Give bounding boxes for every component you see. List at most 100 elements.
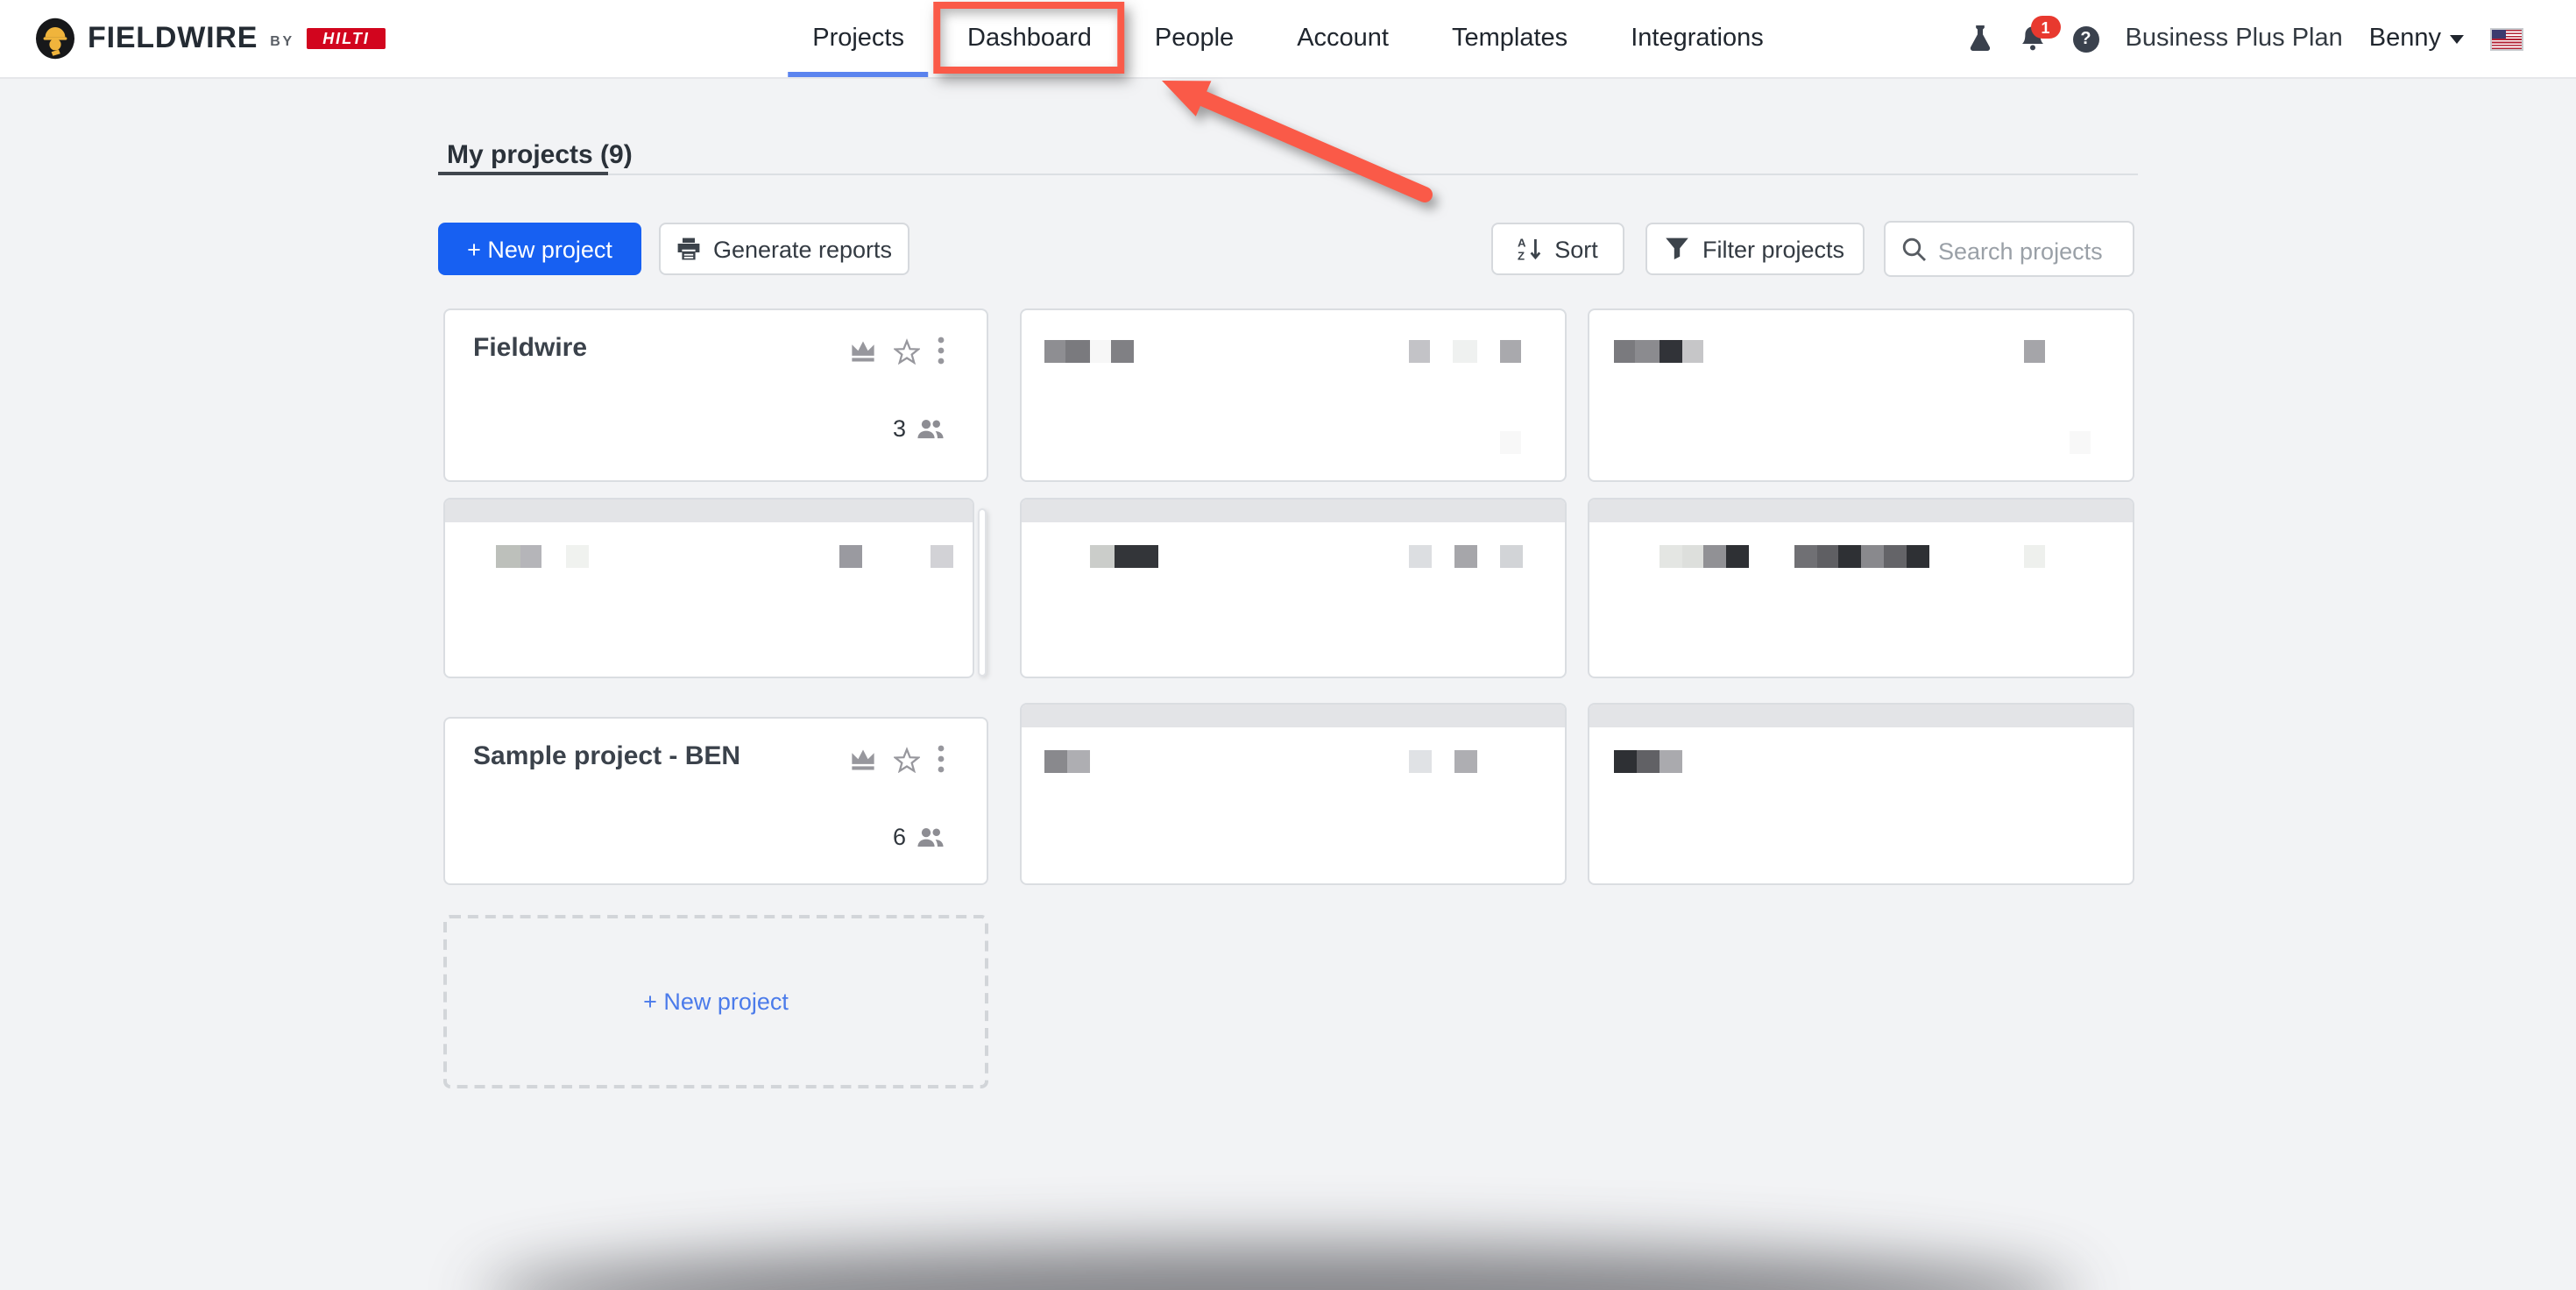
search-projects-box <box>1884 221 2134 277</box>
new-project-button[interactable]: + New project <box>438 223 641 275</box>
user-name: Benny <box>2369 25 2441 53</box>
redacted-block <box>1682 545 1703 568</box>
user-menu[interactable]: Benny <box>2369 25 2464 53</box>
redacted-block <box>1660 340 1682 363</box>
redacted-block <box>1409 750 1432 773</box>
project-card-sample-project-ben[interactable]: Sample project - BEN6 <box>443 717 988 885</box>
printer-icon <box>676 237 701 261</box>
header-divider <box>438 174 2138 175</box>
tab-templates[interactable]: Templates <box>1427 0 1592 77</box>
redacted-block <box>1614 750 1637 773</box>
tab-people[interactable]: People <box>1130 0 1258 77</box>
star-icon[interactable] <box>894 337 920 364</box>
member-count: 6 <box>893 824 906 850</box>
new-project-tile[interactable]: + New project <box>443 915 988 1088</box>
help-icon[interactable] <box>2073 25 2099 52</box>
filter-funnel-icon <box>1666 237 1690 261</box>
redacted-block <box>1817 545 1838 568</box>
brand-by-label: BY <box>270 32 294 48</box>
star-icon[interactable] <box>894 746 920 772</box>
new-project-button-label: + New project <box>467 236 612 262</box>
project-card-actions <box>850 337 945 365</box>
search-projects-input[interactable] <box>1935 224 2131 277</box>
redacted-block <box>1660 750 1682 773</box>
redacted-block <box>1409 545 1432 568</box>
tab-label-projects: Projects <box>812 25 904 53</box>
crown-icon <box>850 339 876 362</box>
redacted-block <box>931 545 953 568</box>
sort-button[interactable]: A Z Sort <box>1491 223 1624 275</box>
tab-integrations[interactable]: Integrations <box>1606 0 1788 77</box>
redacted-project-card[interactable] <box>1588 308 2134 482</box>
redacted-block <box>1635 340 1660 363</box>
topbar-right: 1 Business Plus Plan Benny <box>1968 0 2524 77</box>
notifications-bell-icon[interactable]: 1 <box>2019 25 2047 53</box>
bottom-vignette <box>482 1244 2077 1290</box>
redacted-block <box>1794 545 1817 568</box>
tab-account[interactable]: Account <box>1272 0 1413 77</box>
redacted-project-card[interactable] <box>1020 498 1567 678</box>
redacted-card-header <box>445 500 973 522</box>
crown-icon <box>850 748 876 770</box>
my-projects-tab[interactable]: My projects (9) <box>447 140 633 170</box>
tab-label-dashboard: Dashboard <box>967 25 1092 53</box>
filter-button-label: Filter projects <box>1702 236 1844 262</box>
redacted-project-card[interactable] <box>1020 703 1567 885</box>
svg-text:Z: Z <box>1518 249 1525 261</box>
tab-label-people: People <box>1155 25 1234 53</box>
kebab-menu-icon[interactable] <box>938 337 945 365</box>
language-flag-icon[interactable] <box>2490 27 2523 50</box>
members-icon <box>916 826 945 847</box>
redacted-block <box>1703 545 1726 568</box>
notification-badge: 1 <box>2031 16 2061 39</box>
redacted-project-card[interactable] <box>1588 703 2134 885</box>
redacted-project-card[interactable] <box>1588 498 2134 678</box>
tab-label-account: Account <box>1297 25 1389 53</box>
sort-button-label: Sort <box>1554 236 1598 262</box>
redacted-block <box>839 545 862 568</box>
top-bar: FIELDWIRE BY HILTI Projects Dashboard Peop… <box>0 0 2576 79</box>
redacted-block <box>1454 750 1477 773</box>
redacted-block <box>1861 545 1884 568</box>
project-card-members: 6 <box>893 824 945 850</box>
redacted-block <box>1660 545 1682 568</box>
search-icon <box>1901 237 1928 263</box>
filter-projects-button[interactable]: Filter projects <box>1645 223 1865 275</box>
redacted-block <box>1409 340 1430 363</box>
main-nav: Projects Dashboard People Account Templates I… <box>781 0 1795 77</box>
plan-label: Business Plus Plan <box>2126 25 2343 53</box>
redacted-block <box>1884 545 1907 568</box>
redacted-block <box>1500 545 1523 568</box>
sort-az-icon: A Z <box>1518 237 1542 261</box>
redacted-block <box>1500 340 1521 363</box>
redacted-card-header <box>1589 705 2133 727</box>
project-card-fieldwire[interactable]: Fieldwire3 <box>443 308 988 482</box>
hilti-logo: HILTI <box>307 28 386 49</box>
my-projects-tab-underline <box>438 171 608 175</box>
redacted-project-card[interactable] <box>443 498 974 678</box>
kebab-menu-icon[interactable] <box>938 745 945 773</box>
members-icon <box>916 418 945 439</box>
redacted-block <box>496 545 520 568</box>
tab-dashboard[interactable]: Dashboard <box>943 0 1116 77</box>
redacted-block <box>1614 340 1635 363</box>
tab-projects[interactable]: Projects <box>788 0 929 77</box>
svg-text:A: A <box>1518 237 1526 250</box>
redacted-block <box>1682 340 1703 363</box>
labs-flask-icon[interactable] <box>1968 25 1992 53</box>
redacted-block <box>1115 545 1158 568</box>
member-count: 3 <box>893 415 906 442</box>
card-scrollbar[interactable] <box>978 508 987 677</box>
project-card-actions <box>850 745 945 773</box>
tab-label-integrations: Integrations <box>1631 25 1764 53</box>
new-project-tile-label: + New project <box>643 989 789 1015</box>
brand[interactable]: FIELDWIRE BY HILTI <box>35 0 386 77</box>
generate-reports-label: Generate reports <box>713 236 892 262</box>
redacted-project-card[interactable] <box>1020 308 1567 482</box>
redacted-block <box>1065 340 1090 363</box>
fieldwire-logo-icon <box>35 18 75 60</box>
redacted-card-header <box>1022 705 1565 727</box>
redacted-block <box>2024 340 2045 363</box>
redacted-block <box>1111 340 1134 363</box>
generate-reports-button[interactable]: Generate reports <box>659 223 909 275</box>
